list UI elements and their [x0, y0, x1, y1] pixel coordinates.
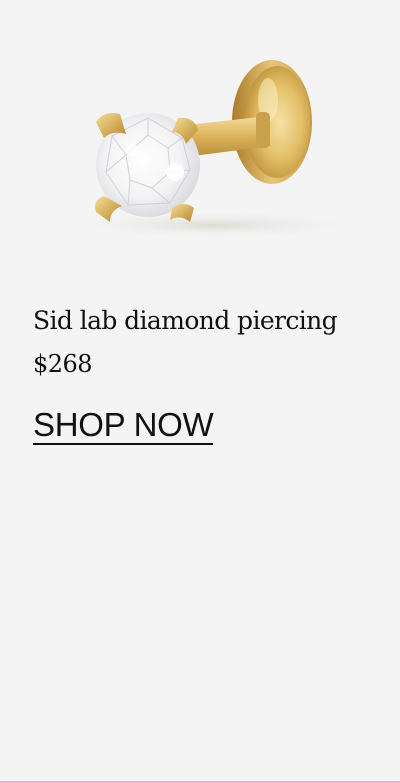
product-price: $268: [33, 350, 93, 378]
product-card: Sid lab diamond piercing $268 SHOP NOW: [0, 0, 400, 783]
product-image[interactable]: [0, 0, 400, 270]
diamond-stud-piercing-icon: [65, 60, 365, 239]
shop-now-link[interactable]: SHOP NOW: [33, 408, 214, 445]
product-name[interactable]: Sid lab diamond piercing: [33, 306, 338, 335]
